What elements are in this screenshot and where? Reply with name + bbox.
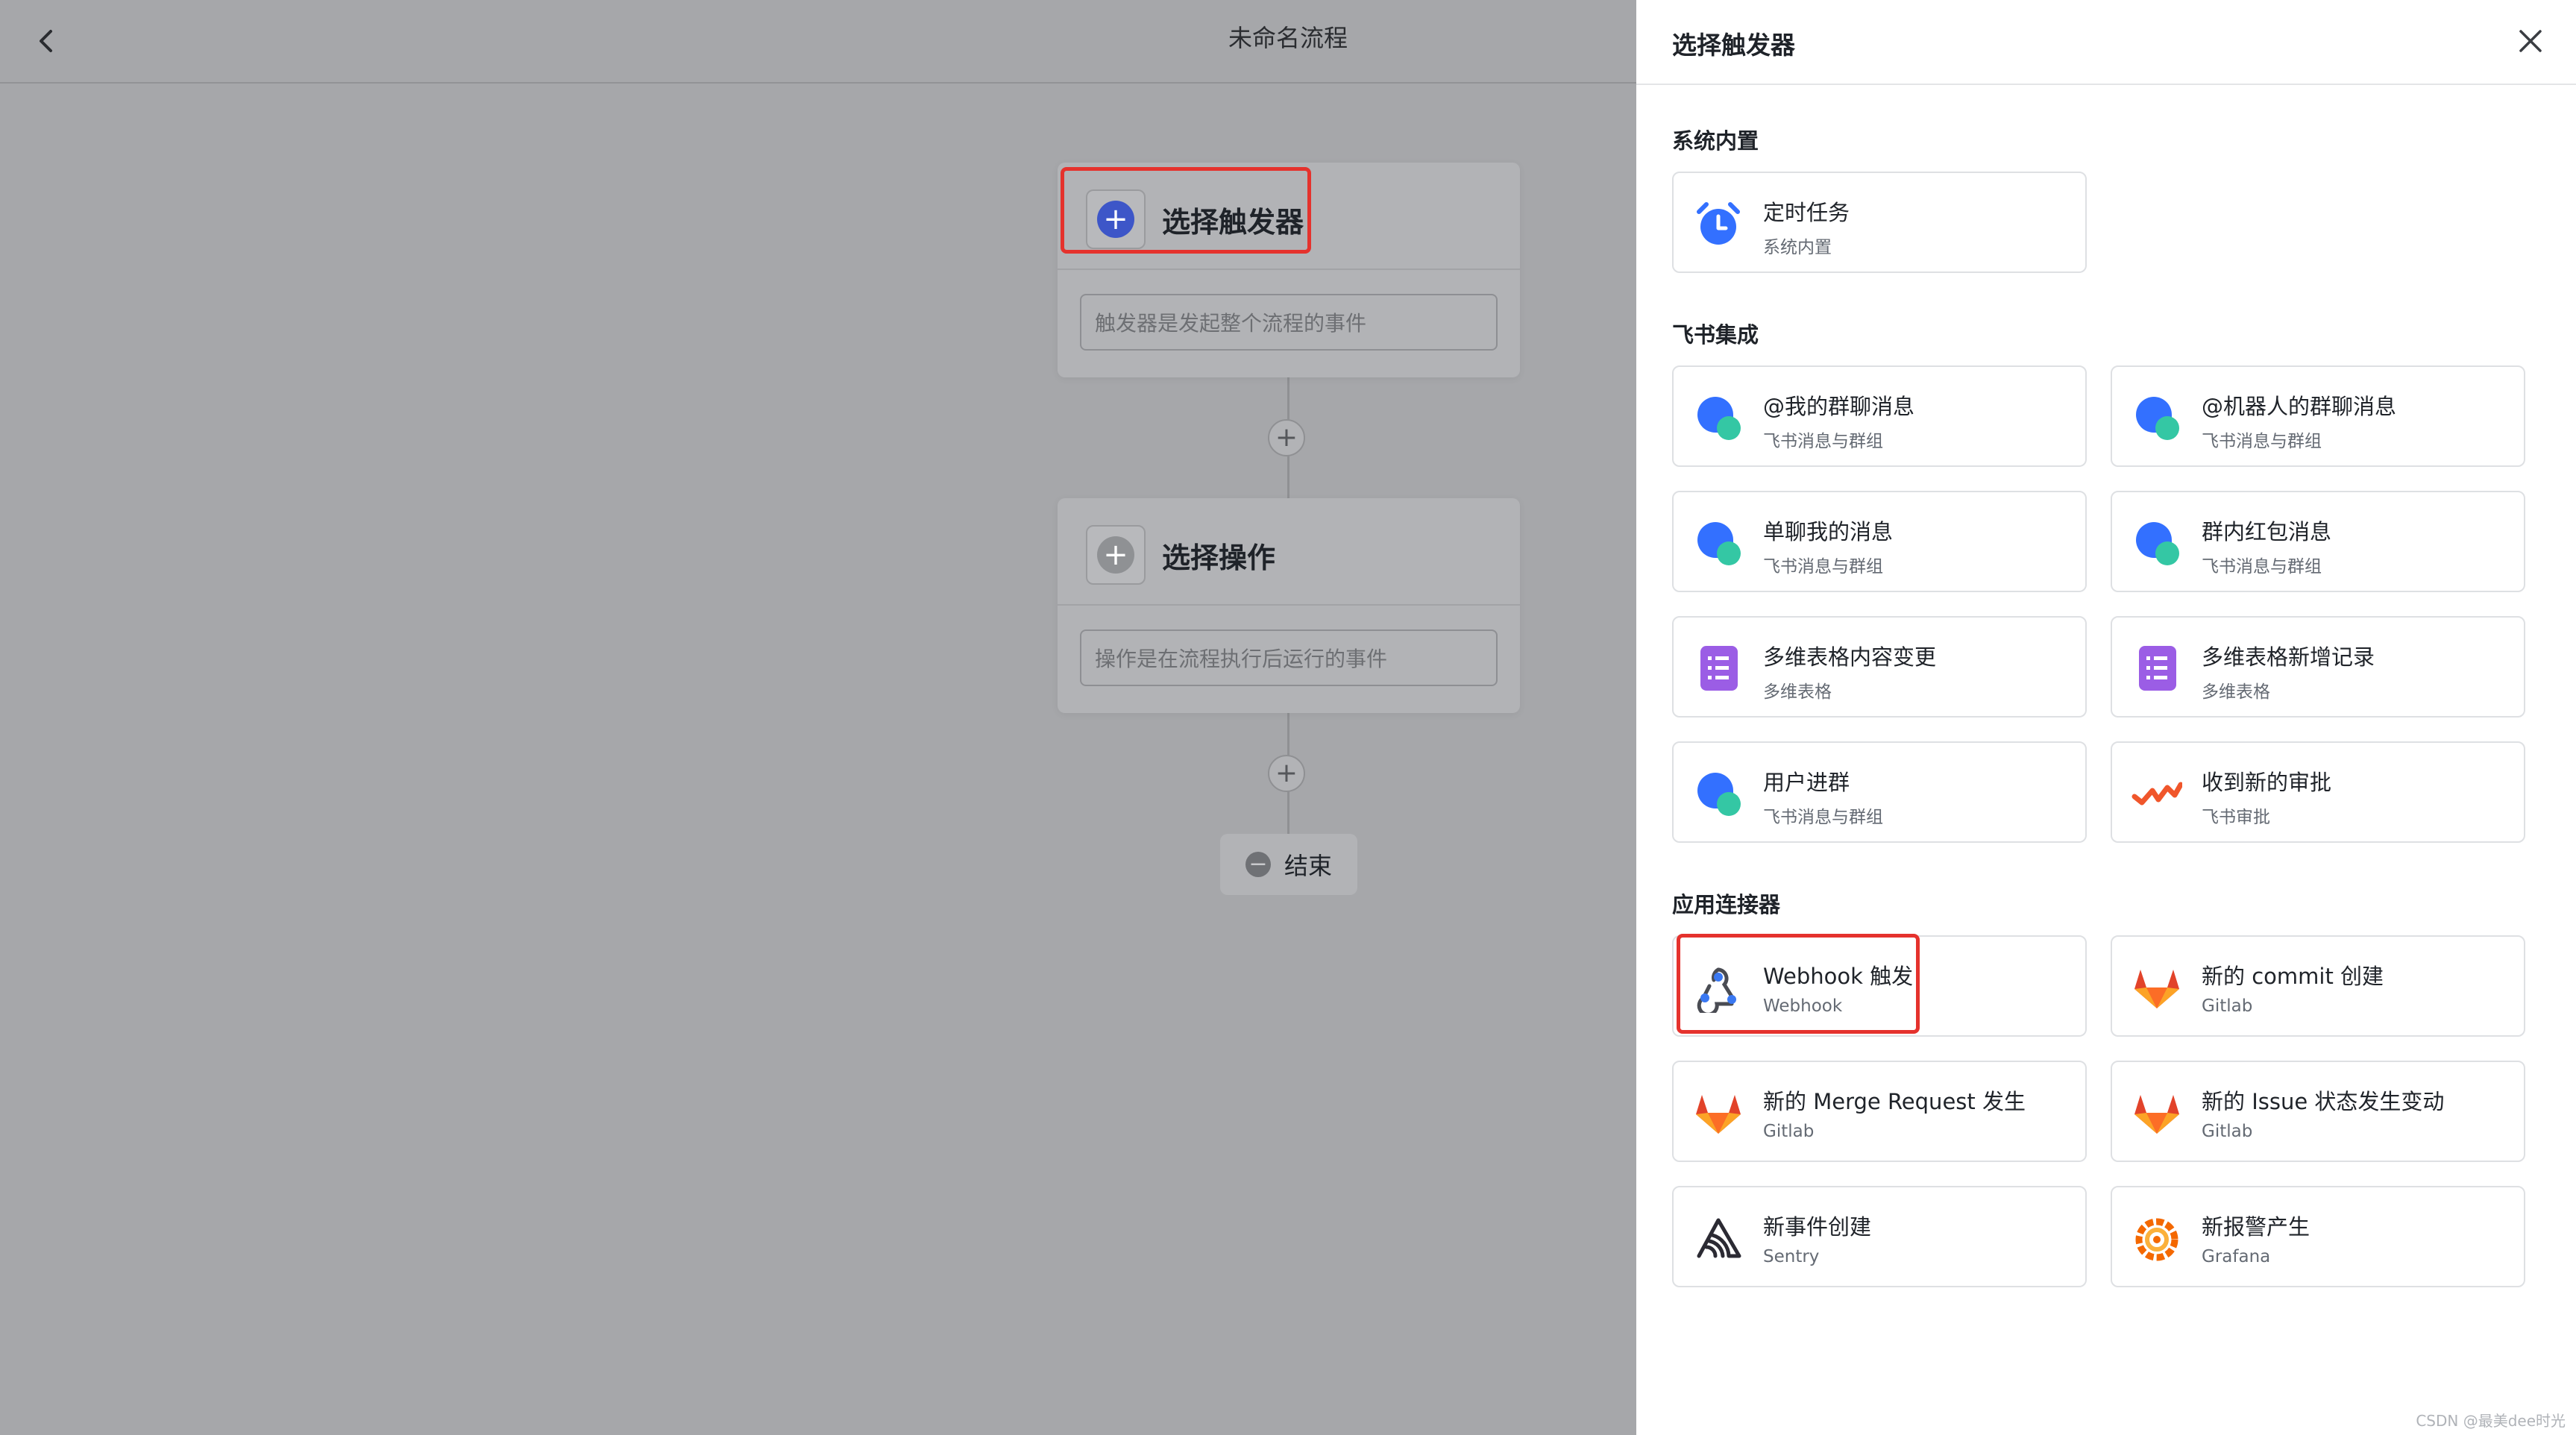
trigger-card-grafana-alert[interactable]: 新报警产生 Grafana [2111,1186,2525,1287]
trigger-card-bitable-new-record[interactable]: 多维表格新增记录 多维表格 [2111,616,2525,718]
trigger-card-gitlab-commit[interactable]: 新的 commit 创建 Gitlab [2111,935,2525,1037]
card-name: 新的 Merge Request 发生 [1763,1089,2026,1114]
trigger-card-gitlab-merge-request[interactable]: 新的 Merge Request 发生 Gitlab [1672,1061,2087,1162]
card-subtitle: 飞书消息与群组 [1763,808,1883,827]
card-subtitle: 飞书消息与群组 [1763,557,1883,577]
card-subtitle: 多维表格 [1763,682,1832,702]
chat-bubble-icon [1697,397,1741,440]
trigger-description-field[interactable]: 触发器是发起整个流程的事件 [1080,294,1498,351]
chat-bubble-icon [1697,773,1741,816]
card-subtitle: 系统内置 [1763,238,1832,257]
editor-topbar [0,0,1636,84]
trigger-card-new-approval[interactable]: 收到新的审批 飞书审批 [2111,741,2525,843]
card-subtitle: 飞书审批 [2202,808,2270,827]
gitlab-icon [2134,970,2179,1008]
card-subtitle: Gitlab [1763,1122,1815,1141]
card-name: @我的群聊消息 [1763,394,1915,419]
card-name: 新的 Issue 状态发生变动 [2202,1089,2445,1114]
trigger-card-sentry-event[interactable]: 新事件创建 Sentry [1672,1186,2087,1287]
alarm-clock-icon [1697,202,1740,245]
section-title-connectors: 应用连接器 [1672,892,1781,917]
divider [1058,604,1520,606]
action-node[interactable]: + 选择操作 操作是在流程执行后运行的事件 [1058,498,1520,713]
close-icon[interactable] [2512,22,2549,60]
trigger-card-bitable-change[interactable]: 多维表格内容变更 多维表格 [1672,616,2087,718]
highlight-box [1677,934,1920,1034]
bitable-icon [1700,646,1738,691]
chat-bubble-icon [2136,522,2179,565]
sentry-icon [1697,1218,1741,1258]
end-node[interactable]: − 结束 [1220,834,1357,895]
bitable-icon [2139,646,2176,691]
card-subtitle: 多维表格 [2202,682,2270,702]
trigger-drawer: 选择触发器 系统内置 定时任务 系统内置 飞书集成 @我的群聊消息 飞书消息与群… [1636,0,2576,1435]
card-name: 收到新的审批 [2202,770,2332,795]
divider [1058,269,1520,270]
card-name: 新事件创建 [1763,1214,1872,1240]
minus-icon: − [1245,852,1271,877]
card-subtitle: Gitlab [2202,1122,2253,1141]
trigger-card-user-joined[interactable]: 用户进群 飞书消息与群组 [1672,741,2087,843]
drawer-header: 选择触发器 [1636,0,2576,85]
add-step-button[interactable]: + [1268,755,1305,792]
end-node-label: 结束 [1284,852,1332,880]
card-subtitle: 飞书消息与群组 [2202,557,2322,577]
card-name: @机器人的群聊消息 [2202,394,2397,419]
card-subtitle: Gitlab [2202,996,2253,1016]
card-name: 群内红包消息 [2202,519,2332,544]
card-subtitle: Sentry [1763,1247,1820,1266]
grafana-icon [2135,1218,2178,1261]
approval-icon [2132,782,2182,806]
section-title-system: 系统内置 [1672,128,1759,154]
chat-bubble-icon [2136,397,2179,440]
watermark: CSDN @最美dee时光 [2416,1412,2566,1430]
card-subtitle: Grafana [2202,1247,2271,1266]
card-name: 多维表格新增记录 [2202,644,2375,670]
trigger-card-red-packet[interactable]: 群内红包消息 飞书消息与群组 [2111,491,2525,592]
card-name: 单聊我的消息 [1763,519,1894,544]
card-name: 新的 commit 创建 [2202,964,2384,989]
add-action-button[interactable]: + [1086,525,1146,585]
gitlab-icon [2134,1095,2179,1134]
trigger-card-gitlab-issue[interactable]: 新的 Issue 状态发生变动 Gitlab [2111,1061,2525,1162]
card-subtitle: 飞书消息与群组 [1763,432,1883,451]
trigger-card-scheduled-task[interactable]: 定时任务 系统内置 [1672,172,2087,273]
back-arrow-icon[interactable] [28,22,66,60]
card-name: 新报警产生 [2202,1214,2310,1240]
trigger-card-at-bot-group-message[interactable]: @机器人的群聊消息 飞书消息与群组 [2111,365,2525,467]
chat-bubble-icon [1697,522,1741,565]
card-name: 定时任务 [1763,200,1850,225]
trigger-card-at-me-group-message[interactable]: @我的群聊消息 飞书消息与群组 [1672,365,2087,467]
section-title-feishu: 飞书集成 [1672,322,1759,348]
gitlab-icon [1696,1095,1741,1134]
plus-icon: + [1097,536,1134,574]
card-subtitle: 飞书消息与群组 [2202,432,2322,451]
add-step-button[interactable]: + [1268,419,1305,456]
card-name: 多维表格内容变更 [1763,644,1937,670]
highlight-box [1061,167,1311,254]
trigger-card-direct-message[interactable]: 单聊我的消息 飞书消息与群组 [1672,491,2087,592]
drawer-title: 选择触发器 [1672,31,1795,60]
action-description-field[interactable]: 操作是在流程执行后运行的事件 [1080,629,1498,686]
card-name: 用户进群 [1763,770,1850,795]
action-node-label[interactable]: 选择操作 [1162,535,1275,576]
